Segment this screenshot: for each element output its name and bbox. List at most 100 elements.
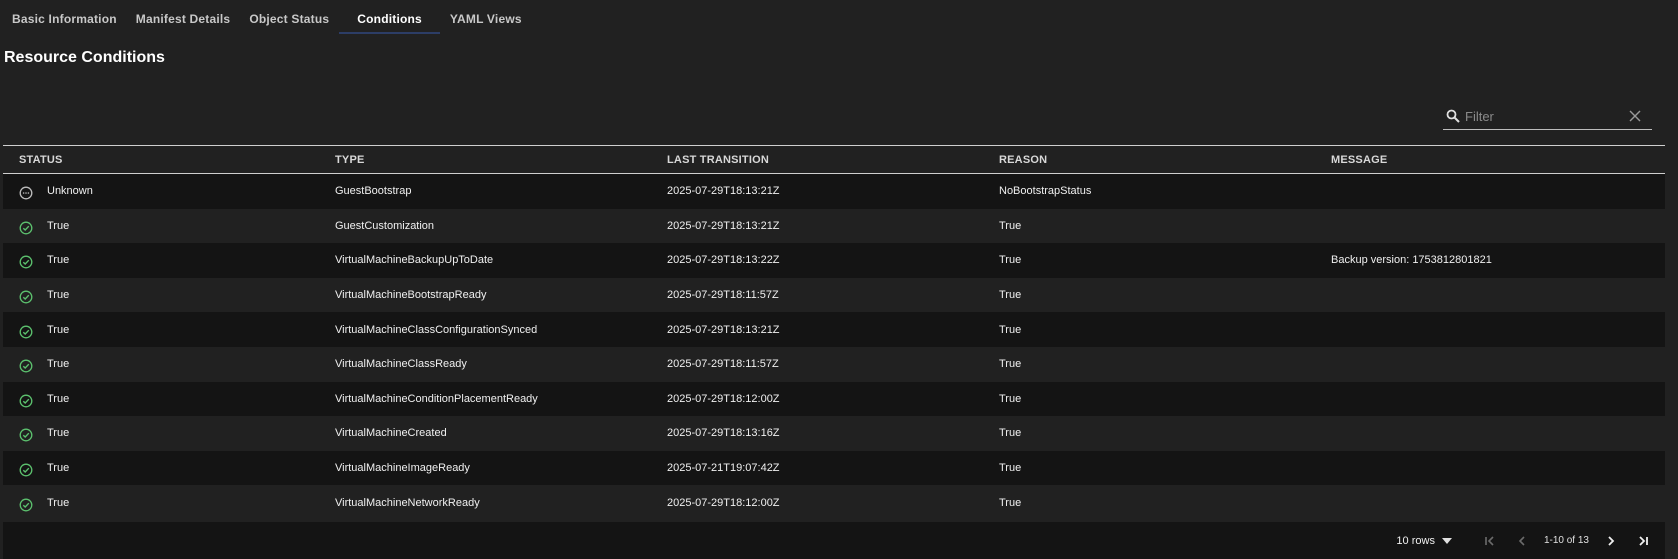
status-text: True — [47, 323, 70, 336]
reason-cell: True — [999, 427, 1022, 440]
check-circle-icon — [19, 359, 33, 373]
pagination-range: 1-10 of 13 — [1543, 535, 1589, 546]
search-icon — [1446, 109, 1460, 123]
check-circle-icon — [19, 429, 33, 442]
status-cell: True — [3, 355, 335, 373]
last-transition-cell: 2025-07-29T18:13:21Z — [667, 185, 780, 198]
status-text: True — [47, 219, 70, 232]
table-row[interactable]: True VirtualMachineClassReady 2025-07-29… — [3, 346, 1665, 382]
reason-cell: True — [999, 323, 1022, 336]
status-cell: True — [3, 459, 335, 477]
table-row[interactable]: True VirtualMachineBootstrapReady 2025-0… — [3, 277, 1665, 313]
check-circle-icon — [19, 325, 33, 339]
message-cell: Backup version: 1753812801821 — [1331, 254, 1492, 267]
reason-cell: True — [999, 219, 1022, 232]
tab-conditions[interactable]: Conditions — [339, 0, 440, 34]
type-cell: VirtualMachineConditionPlacementReady — [335, 392, 538, 405]
status-cell: True — [3, 494, 335, 512]
status-cell: True — [3, 286, 335, 304]
table-row[interactable]: True VirtualMachineCreated 2025-07-29T18… — [3, 416, 1665, 451]
first-page-button[interactable] — [1474, 528, 1506, 554]
status-cell: Unknown — [3, 182, 335, 200]
status-text: True — [47, 427, 70, 440]
table-row[interactable]: Unknown GuestBootstrap 2025-07-29T18:13:… — [3, 174, 1665, 209]
table-row[interactable]: True VirtualMachineClassConfigurationSyn… — [3, 312, 1665, 347]
type-cell: VirtualMachineNetworkReady — [335, 496, 480, 509]
table-row[interactable]: True VirtualMachineImageReady 2025-07-21… — [3, 450, 1665, 486]
check-circle-icon — [19, 256, 33, 269]
check-circle-icon — [19, 290, 33, 304]
status-text: Unknown — [47, 185, 93, 198]
type-cell: VirtualMachineImageReady — [335, 462, 470, 475]
reason-cell: True — [999, 358, 1022, 371]
table-row[interactable]: True GuestCustomization 2025-07-29T18:13… — [3, 208, 1665, 244]
table-row[interactable]: True VirtualMachineConditionPlacementRea… — [3, 381, 1665, 417]
previous-page-button[interactable] — [1506, 528, 1538, 554]
status-cell: True — [3, 251, 335, 269]
chevron-right-icon — [1608, 535, 1615, 546]
check-circle-icon — [19, 221, 33, 235]
last-transition-cell: 2025-07-29T18:13:21Z — [667, 323, 780, 336]
check-circle-icon — [19, 394, 33, 408]
table-row[interactable]: True VirtualMachineBackupUpToDate 2025-0… — [3, 243, 1665, 278]
filter-field — [1443, 103, 1652, 130]
tab-manifest-details[interactable]: Manifest Details — [127, 0, 240, 34]
table-body: Unknown GuestBootstrap 2025-07-29T18:13:… — [3, 174, 1665, 520]
chevron-left-icon — [1518, 535, 1525, 546]
type-cell: VirtualMachineCreated — [335, 427, 447, 440]
last-transition-cell: 2025-07-29T18:13:21Z — [667, 219, 780, 232]
reason-cell: True — [999, 289, 1022, 302]
status-text: True — [47, 289, 70, 302]
reason-cell: True — [999, 462, 1022, 475]
column-header-last-transition[interactable]: LAST TRANSITION — [667, 154, 999, 166]
reason-cell: True — [999, 392, 1022, 405]
table-row[interactable]: True VirtualMachineNetworkReady 2025-07-… — [3, 485, 1665, 520]
last-transition-cell: 2025-07-29T18:12:00Z — [667, 496, 780, 509]
status-text: True — [47, 358, 70, 371]
status-text: True — [47, 392, 70, 405]
last-transition-cell: 2025-07-29T18:13:16Z — [667, 427, 780, 440]
reason-cell: True — [999, 496, 1022, 509]
type-cell: GuestCustomization — [335, 219, 435, 232]
column-header-reason[interactable]: REASON — [999, 154, 1331, 166]
column-header-message[interactable]: MESSAGE — [1331, 154, 1665, 166]
reason-cell: True — [999, 254, 1022, 267]
type-cell: VirtualMachineBootstrapReady — [335, 289, 487, 302]
status-cell: True — [3, 424, 335, 442]
last-page-button[interactable] — [1627, 528, 1659, 554]
type-cell: VirtualMachineClassReady — [335, 358, 467, 371]
status-text: True — [47, 496, 70, 509]
rows-per-page-select[interactable]: 10 rows — [1396, 535, 1452, 547]
type-cell: GuestBootstrap — [335, 185, 412, 198]
check-circle-icon — [19, 463, 33, 477]
column-header-type[interactable]: TYPE — [335, 154, 667, 166]
rows-per-page-label: 10 rows — [1396, 534, 1435, 547]
last-transition-cell: 2025-07-21T19:07:42Z — [667, 462, 780, 475]
type-cell: VirtualMachineBackupUpToDate — [335, 254, 494, 267]
pagination-bar: 10 rows 1-10 of 13 — [3, 522, 1665, 559]
next-page-button[interactable] — [1595, 528, 1627, 554]
reason-cell: NoBootstrapStatus — [999, 185, 1092, 198]
caret-down-icon — [1441, 537, 1452, 544]
table-header: STATUS TYPE LAST TRANSITION REASON MESSA… — [3, 146, 1665, 174]
page-title: Resource Conditions — [4, 49, 165, 66]
tab-object-status[interactable]: Object Status — [240, 0, 338, 34]
conditions-table: STATUS TYPE LAST TRANSITION REASON MESSA… — [3, 145, 1665, 520]
last-transition-cell: 2025-07-29T18:13:22Z — [667, 254, 780, 267]
last-transition-cell: 2025-07-29T18:11:57Z — [667, 358, 779, 371]
first-page-icon — [1485, 535, 1494, 546]
type-cell: VirtualMachineClassConfigurationSynced — [335, 323, 538, 336]
check-circle-icon — [19, 498, 33, 512]
status-cell: True — [3, 390, 335, 408]
unknown-circle-icon — [19, 186, 33, 200]
last-transition-cell: 2025-07-29T18:12:00Z — [667, 392, 780, 405]
tab-bar: Basic Information Manifest Details Objec… — [3, 0, 532, 34]
clear-icon[interactable] — [1629, 110, 1641, 122]
tab-basic-information[interactable]: Basic Information — [3, 0, 126, 34]
last-page-icon — [1639, 535, 1648, 546]
tab-yaml-views[interactable]: YAML Views — [441, 0, 531, 34]
column-header-status[interactable]: STATUS — [3, 154, 335, 166]
filter-input[interactable] — [1465, 106, 1625, 126]
status-text: True — [47, 254, 70, 267]
status-cell: True — [3, 321, 335, 339]
